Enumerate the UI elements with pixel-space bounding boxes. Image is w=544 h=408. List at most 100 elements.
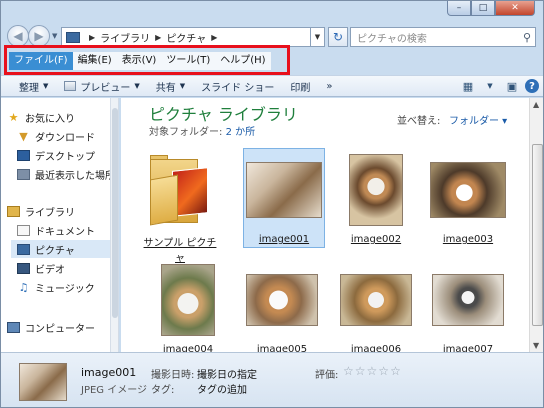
file-thumbnail <box>241 258 323 342</box>
minimize-button[interactable]: – <box>447 1 471 16</box>
scrollbar-thumb[interactable] <box>112 108 118 318</box>
preview-button[interactable]: プレビュー ▼ <box>56 76 147 96</box>
sidebar-label: ドキュメント <box>35 226 95 238</box>
explorer-window: – □ ✕ ◀ ▶ ▼ ▶ ライブラリ ▶ ピクチャ ▶ ▼ ↻ ピクチャの検索… <box>0 0 544 408</box>
sidebar-label: ライブラリ <box>25 207 75 219</box>
star-icon: ★ <box>8 110 19 124</box>
pictures-folder-icon <box>66 31 80 43</box>
chevron-right-icon[interactable]: ▶ <box>211 33 217 42</box>
address-dropdown-button[interactable]: ▼ <box>311 27 325 47</box>
file-thumbnail <box>427 258 509 342</box>
file-caption: image004 <box>162 344 214 352</box>
sidebar-item-libraries[interactable]: ライブラリ <box>7 202 118 220</box>
scroll-up-icon[interactable]: ▲ <box>533 100 539 109</box>
locations-link[interactable]: 2 か所 <box>226 127 256 138</box>
preview-pane-icon[interactable]: ▣ <box>503 78 521 94</box>
desktop-icon <box>17 149 30 161</box>
star-icon[interactable]: ☆ <box>378 364 389 378</box>
search-input[interactable]: ピクチャの検索 ⚲ <box>350 27 536 47</box>
file-thumbnail <box>147 258 229 342</box>
slideshow-button[interactable]: スライド ショー <box>193 76 282 96</box>
sidebar-item-pictures[interactable]: ピクチャ <box>11 240 118 258</box>
file-image001[interactable]: image001 <box>243 148 325 248</box>
maximize-button[interactable]: □ <box>471 1 495 16</box>
chevron-down-icon: ▼ <box>179 82 186 90</box>
file-list-scrollbar[interactable]: ▲ ▼ <box>529 98 543 352</box>
sidebar-item-music[interactable]: ♫ ミュージック <box>17 278 118 296</box>
chevron-down-icon: ▼ <box>43 82 49 90</box>
selected-file-thumbnail <box>19 363 67 401</box>
file-image003[interactable]: image003 <box>427 148 509 245</box>
arrange-by-dropdown[interactable]: フォルダー ▾ <box>449 112 507 127</box>
more-commands-button[interactable]: » <box>318 76 340 96</box>
change-view-icon[interactable]: ▦ <box>459 78 477 94</box>
folder-thumbnail <box>139 148 221 232</box>
navigation-pane: ★ お気に入り ▼ ダウンロード デスクトップ 最近表示した場所 ライブラリ ド… <box>1 98 119 352</box>
file-caption: image003 <box>442 234 494 245</box>
star-icon[interactable]: ☆ <box>355 364 366 378</box>
sidebar-item-downloads[interactable]: ▼ ダウンロード <box>17 127 118 145</box>
sidebar-label: コンピューター <box>25 323 95 335</box>
sidebar-label: デスクトップ <box>35 151 95 163</box>
sidebar-label: ミュージック <box>35 283 95 295</box>
locations-label: 対象フォルダー: <box>149 127 223 138</box>
sidebar-item-desktop[interactable]: デスクトップ <box>17 146 118 164</box>
refresh-button[interactable]: ↻ <box>328 27 348 47</box>
back-button[interactable]: ◀ <box>7 25 29 47</box>
star-icon[interactable]: ☆ <box>390 364 401 378</box>
sidebar-item-videos[interactable]: ビデオ <box>17 259 118 277</box>
scroll-down-icon[interactable]: ▼ <box>533 341 539 350</box>
breadcrumb-pictures[interactable]: ピクチャ <box>166 30 206 45</box>
date-taken-label: 撮影日時: <box>151 370 195 381</box>
file-thumbnail <box>335 258 417 342</box>
tags-value[interactable]: タグの追加 <box>197 381 247 396</box>
organize-label: 整理 <box>19 82 39 94</box>
file-image002[interactable]: image002 <box>335 148 417 245</box>
scrollbar-thumb[interactable] <box>532 144 543 326</box>
share-button[interactable]: 共有 ▼ <box>148 76 193 96</box>
pictures-icon <box>17 243 30 255</box>
videos-icon <box>17 262 30 274</box>
star-icon[interactable]: ☆ <box>367 364 378 378</box>
view-dropdown-icon[interactable]: ▼ <box>481 78 499 94</box>
star-icon[interactable]: ☆ <box>343 364 354 378</box>
file-image006[interactable]: image006 <box>335 258 417 352</box>
file-image005[interactable]: image005 <box>241 258 323 352</box>
close-button[interactable]: ✕ <box>495 1 535 16</box>
sidebar-item-documents[interactable]: ドキュメント <box>17 221 118 239</box>
music-icon: ♫ <box>18 280 29 294</box>
preview-label: プレビュー <box>80 82 131 94</box>
command-bar: 整理 ▼ プレビュー ▼ 共有 ▼ スライド ショー 印刷 » ▦ ▼ ▣ ? <box>1 75 543 97</box>
view-controls: ▦ ▼ ▣ ? <box>459 78 539 94</box>
help-icon[interactable]: ? <box>525 79 539 93</box>
recent-pages-dropdown[interactable]: ▼ <box>52 32 57 40</box>
sidebar-item-recent-places[interactable]: 最近表示した場所 <box>17 165 118 183</box>
sidebar-item-computer[interactable]: コンピューター <box>7 318 118 336</box>
print-button[interactable]: 印刷 <box>282 76 318 96</box>
documents-icon <box>17 224 30 236</box>
search-icon[interactable]: ⚲ <box>523 31 531 44</box>
folder-sample-pictures[interactable]: サンプル ピクチャ <box>139 148 221 264</box>
file-thumbnail <box>243 148 325 232</box>
sidebar-item-favorites[interactable]: ★ お気に入り <box>7 108 118 126</box>
rating-label: 評価: <box>315 370 339 381</box>
rating-stars[interactable]: ☆ ☆ ☆ ☆ ☆ <box>343 364 401 378</box>
downloads-folder-icon: ▼ <box>19 129 28 143</box>
sidebar-label: ダウンロード <box>35 132 95 144</box>
navigation-pane-scrollbar[interactable] <box>110 98 118 352</box>
file-caption: image005 <box>256 344 308 352</box>
sidebar-label: 最近表示した場所 <box>35 170 115 182</box>
file-thumbnail <box>427 148 509 232</box>
chevron-right-icon[interactable]: ▶ <box>155 33 161 42</box>
sort-label: 並べ替え: <box>397 116 441 127</box>
file-image007[interactable]: image007 <box>427 258 509 352</box>
address-bar[interactable]: ▶ ライブラリ ▶ ピクチャ ▶ <box>61 27 311 47</box>
file-image004[interactable]: image004 <box>147 258 229 352</box>
organize-button[interactable]: 整理 ▼ <box>1 76 56 96</box>
chevron-right-icon[interactable]: ▶ <box>89 33 95 42</box>
breadcrumb-libraries[interactable]: ライブラリ <box>100 30 150 45</box>
tags-label: タグ: <box>151 385 175 396</box>
share-label: 共有 <box>155 82 176 94</box>
date-taken-value[interactable]: 撮影日の指定 <box>197 366 257 381</box>
forward-button[interactable]: ▶ <box>28 25 50 47</box>
